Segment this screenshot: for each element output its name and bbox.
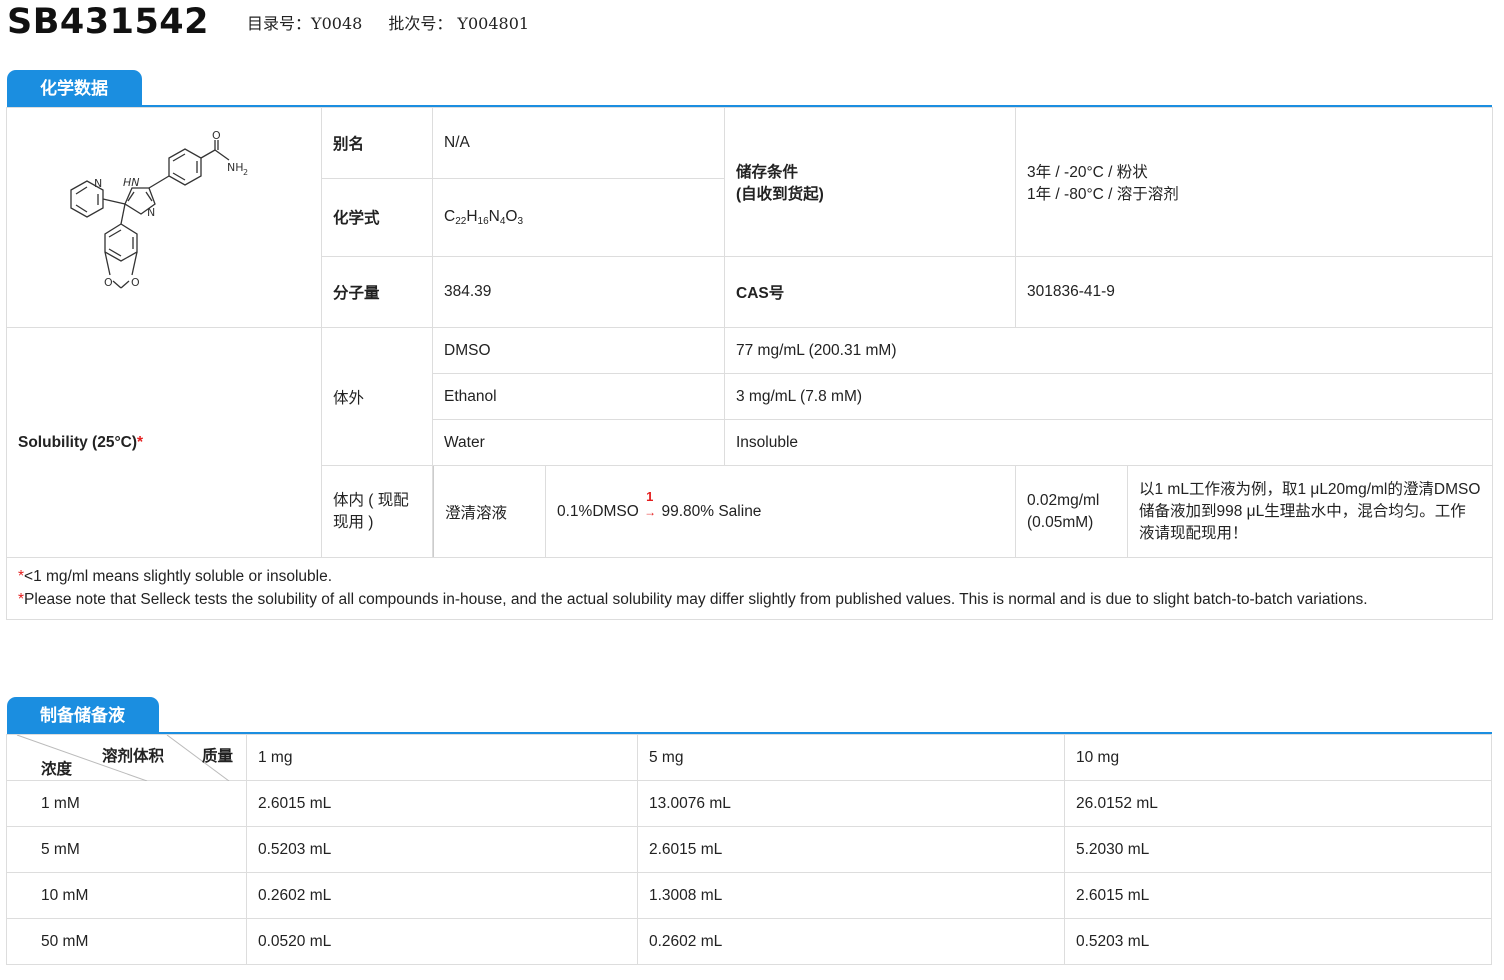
chem-data-table: O NH 2 HN N N O O 别名 N/A 储存条件 (自收到货起) 3年 … — [6, 106, 1493, 620]
in-vivo-type: 澄清溶液 — [433, 466, 546, 557]
note-line: *Please note that Selleck tests the solu… — [18, 590, 1368, 608]
table-row: 10 mM 0.2602 mL 1.3008 mL 2.6015 mL — [6, 872, 1492, 919]
volume-cell: 2.6015 mL — [1064, 872, 1492, 919]
svg-text:O: O — [212, 129, 221, 142]
mw-value: 384.39 — [432, 256, 725, 328]
in-vivo-concentration: 0.02mg/ml (0.05mM) — [1015, 466, 1128, 557]
storage-value: 3年 / -20°C / 粉状 1年 / -80°C / 溶于溶剂 — [1015, 106, 1493, 258]
alias-value: N/A — [432, 107, 725, 179]
volume-cell: 0.5203 mL — [1064, 918, 1492, 965]
arrow-icon: 1 → — [644, 488, 657, 519]
in-vivo-cell: 澄清溶液 0.1%DMSO 1 → 99.80% Saline 0.02mg/ml… — [432, 465, 1493, 558]
concentration-cell: 1 mM — [6, 780, 247, 827]
cas-label: CAS号 — [724, 256, 1016, 328]
solvent-name: Water — [432, 419, 725, 466]
in-vitro-label: 体外 — [321, 327, 433, 466]
formula-label: 化学式 — [321, 177, 433, 258]
concentration-header: 浓度 — [41, 761, 73, 778]
alias-label: 别名 — [321, 107, 433, 179]
volume-cell: 0.5203 mL — [246, 826, 638, 873]
solvent-name: DMSO — [432, 327, 725, 374]
mass-column-header: 1 mg — [246, 734, 638, 781]
volume-cell: 13.0076 mL — [637, 780, 1065, 827]
in-vivo-table: 澄清溶液 0.1%DMSO 1 → 99.80% Saline 0.02mg/ml… — [433, 466, 1492, 557]
product-name: SB431542 — [7, 2, 210, 42]
solvent-name: Ethanol — [432, 373, 725, 420]
volume-cell: 0.0520 mL — [246, 918, 638, 965]
structure-cell: O NH 2 HN N N O O — [6, 107, 322, 328]
note-line: *<1 mg/ml means slightly soluble or inso… — [18, 568, 333, 585]
svg-text:N: N — [94, 177, 102, 190]
solubility-value: 77 mg/mL (200.31 mM) — [724, 327, 1493, 374]
table-row: 50 mM 0.0520 mL 0.2602 mL 0.5203 mL — [6, 918, 1492, 965]
cas-value: 301836-41-9 — [1015, 256, 1493, 328]
in-vivo-note: 以1 mL工作液为例，取1 μL20mg/ml的澄清DMSO储备液加到998 μ… — [1127, 466, 1492, 557]
mass-column-header: 5 mg — [637, 734, 1065, 781]
volume-cell: 2.6015 mL — [637, 826, 1065, 873]
concentration-cell: 10 mM — [6, 872, 247, 919]
stock-solution-tab[interactable]: 制备储备液 — [7, 697, 159, 733]
batch-number: 批次号： Y004801 — [388, 14, 530, 33]
mass-header: 质量 — [202, 748, 234, 765]
solubility-notes: *<1 mg/ml means slightly soluble or inso… — [6, 557, 1493, 620]
volume-cell: 0.2602 mL — [246, 872, 638, 919]
svg-text:HN: HN — [123, 176, 140, 189]
mw-label: 分子量 — [321, 256, 433, 328]
svg-text:N: N — [147, 206, 155, 219]
formula-value: C22H16N4O3 — [432, 177, 725, 258]
volume-cell: 26.0152 mL — [1064, 780, 1492, 827]
stock-solution-table: 溶剂体积 质量 浓度 1 mg 5 mg 10 mg 1 mM 2.6015 m… — [6, 734, 1492, 965]
catalog-number: 目录号：Y0048 — [247, 14, 363, 33]
concentration-cell: 50 mM — [6, 918, 247, 965]
svg-text:O: O — [131, 276, 140, 289]
in-vivo-label: 体内 ( 现配现用 ) — [321, 465, 433, 558]
volume-cell: 0.2602 mL — [637, 918, 1065, 965]
volume-cell: 2.6015 mL — [246, 780, 638, 827]
table-row: 5 mM 0.5203 mL 2.6015 mL 5.2030 mL — [6, 826, 1492, 873]
chem-data-tab[interactable]: 化学数据 — [7, 70, 142, 106]
solubility-label: Solubility (25°C)* — [6, 327, 322, 558]
solubility-value: 3 mg/mL (7.8 mM) — [724, 373, 1493, 420]
chemical-structure-image: O NH 2 HN N N O O — [70, 129, 248, 289]
volume-cell: 1.3008 mL — [637, 872, 1065, 919]
concentration-cell: 5 mM — [6, 826, 247, 873]
product-header: SB431542 目录号：Y0048 批次号： Y004801 — [7, 0, 529, 44]
volume-header: 溶剂体积 — [102, 748, 165, 765]
table-row: 1 mM 2.6015 mL 13.0076 mL 26.0152 mL — [6, 780, 1492, 827]
in-vivo-formula: 0.1%DMSO 1 → 99.80% Saline — [545, 466, 1016, 557]
mass-column-header: 10 mg — [1064, 734, 1492, 781]
table-corner-header: 溶剂体积 质量 浓度 — [6, 734, 247, 781]
svg-text:2: 2 — [243, 168, 248, 177]
volume-cell: 5.2030 mL — [1064, 826, 1492, 873]
svg-text:NH: NH — [227, 161, 244, 174]
storage-label: 储存条件 (自收到货起) — [724, 106, 1016, 258]
solubility-value: Insoluble — [724, 419, 1493, 466]
svg-text:O: O — [104, 276, 113, 289]
